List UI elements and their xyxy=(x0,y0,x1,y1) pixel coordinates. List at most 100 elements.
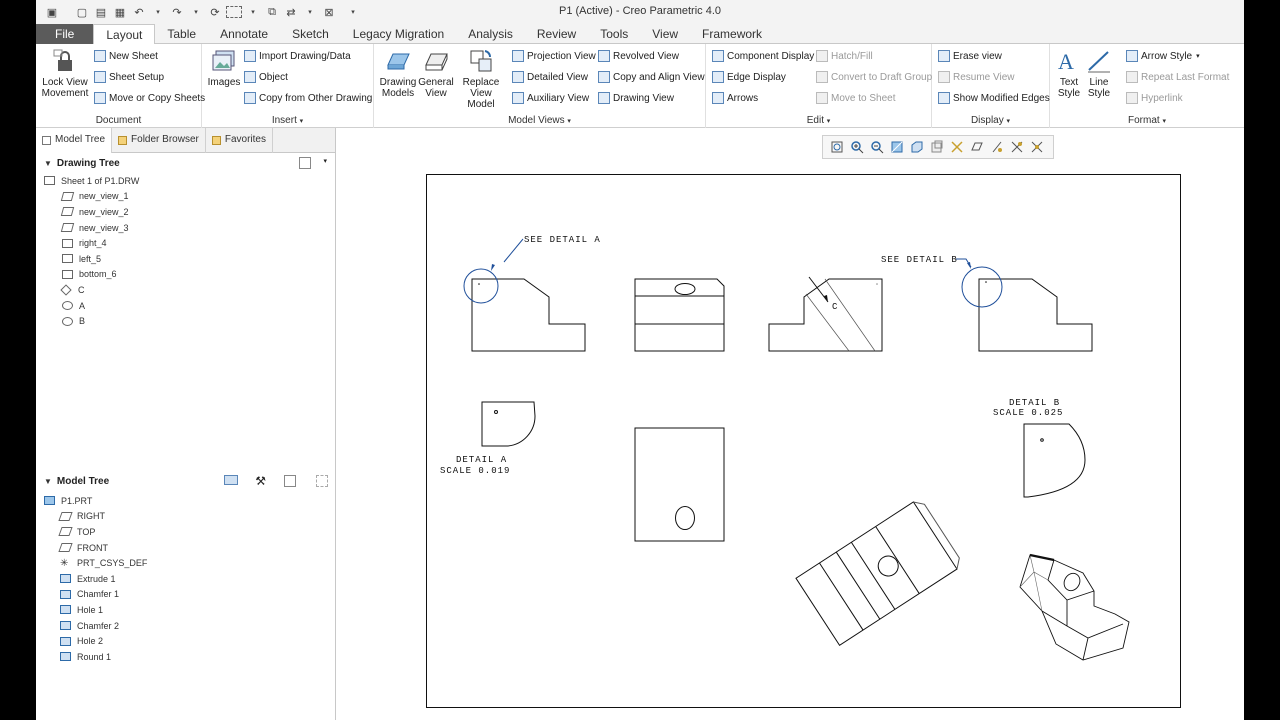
detail-b-scale[interactable]: SCALE 0.025 xyxy=(993,408,1063,418)
projection-view-button[interactable]: Projection View xyxy=(512,47,596,65)
import-drawing-data-button[interactable]: Import Drawing/Data xyxy=(244,47,351,65)
tree-settings-icon[interactable] xyxy=(284,475,296,487)
customize-toolbar-icon[interactable]: ▾ xyxy=(345,3,361,21)
filter-icon[interactable] xyxy=(316,475,328,487)
chevron-down-icon[interactable]: ▾ xyxy=(323,157,327,165)
zoom-in-icon[interactable] xyxy=(850,140,864,154)
tools-icon[interactable]: ⚒ xyxy=(255,474,266,488)
see-detail-b-note[interactable]: SEE DETAIL B xyxy=(881,255,958,265)
line-style-button[interactable]: Line Style xyxy=(1082,48,1116,99)
insert-group-menu[interactable]: Insert ▾ xyxy=(202,115,373,126)
tree-item-datum[interactable]: TOP xyxy=(44,524,334,540)
tree-item-view[interactable]: new_view_1 xyxy=(44,189,335,205)
open-folder-icon[interactable]: ▤ xyxy=(93,3,109,21)
detailed-view-button[interactable]: Detailed View xyxy=(512,68,588,86)
show-modified-edges-button[interactable]: Show Modified Edges xyxy=(938,89,1050,107)
tab-table[interactable]: Table xyxy=(155,24,208,44)
tab-model-tree[interactable]: Model Tree xyxy=(36,127,113,153)
tree-item-view[interactable]: A xyxy=(44,298,335,314)
detail-b-title[interactable]: DETAIL B xyxy=(1009,398,1060,408)
tree-settings-icon[interactable] xyxy=(299,157,311,169)
arrows-button[interactable]: Arrows xyxy=(712,89,758,107)
tab-sketch[interactable]: Sketch xyxy=(280,24,341,44)
collapse-triangle-icon[interactable]: ▼ xyxy=(44,477,52,486)
tree-item-feature[interactable]: Hole 1 xyxy=(44,602,334,618)
detail-a-scale[interactable]: SCALE 0.019 xyxy=(440,466,510,476)
detail-a-title[interactable]: DETAIL A xyxy=(456,455,507,465)
point-display-icon[interactable] xyxy=(1010,140,1024,154)
tab-layout[interactable]: Layout xyxy=(93,24,156,45)
tree-item-view[interactable]: bottom_6 xyxy=(44,267,335,283)
drawing-sheet[interactable]: SEE DETAIL A C SEE DETAIL B DETAIL A SCA… xyxy=(426,174,1181,708)
tab-tools[interactable]: Tools xyxy=(588,24,640,44)
select-box-icon[interactable] xyxy=(226,6,242,18)
section-c-label[interactable]: C xyxy=(832,302,838,312)
regenerate-icon[interactable]: ⟳ xyxy=(207,3,223,21)
tree-item-feature[interactable]: Extrude 1 xyxy=(44,571,334,587)
tree-item-feature[interactable]: Hole 2 xyxy=(44,633,334,649)
text-style-button[interactable]: A Text Style xyxy=(1052,48,1086,99)
tab-view[interactable]: View xyxy=(640,24,690,44)
tree-item-sheet[interactable]: Sheet 1 of P1.DRW xyxy=(44,173,335,189)
datum-display-icon[interactable] xyxy=(950,140,964,154)
tree-item-datum[interactable]: FRONT xyxy=(44,540,334,556)
tab-review[interactable]: Review xyxy=(525,24,588,44)
convert-draft-group-button[interactable]: Convert to Draft Group xyxy=(816,68,932,86)
display-group-menu[interactable]: Display ▾ xyxy=(932,115,1049,126)
tree-item-view[interactable]: left_5 xyxy=(44,251,335,267)
repeat-last-format-button[interactable]: Repeat Last Format xyxy=(1126,68,1229,86)
tab-annotate[interactable]: Annotate xyxy=(208,24,280,44)
undo-icon[interactable]: ↶ xyxy=(131,3,147,21)
auxiliary-view-button[interactable]: Auxiliary View xyxy=(512,89,589,107)
tree-item-view[interactable]: C xyxy=(44,282,335,298)
edit-group-menu[interactable]: Edit ▾ xyxy=(706,115,931,126)
copy-from-other-drawing-button[interactable]: Copy from Other Drawing xyxy=(244,89,372,107)
images-button[interactable]: Images xyxy=(204,48,244,88)
display-style-icon[interactable] xyxy=(910,140,924,154)
hatch-fill-button[interactable]: Hatch/Fill xyxy=(816,47,873,65)
tab-legacy-migration[interactable]: Legacy Migration xyxy=(341,24,456,44)
undo-dropdown-icon[interactable]: ▾ xyxy=(150,3,166,21)
tree-item-csys[interactable]: ✳ PRT_CSYS_DEF xyxy=(44,555,334,571)
axis-display-icon[interactable] xyxy=(990,140,1004,154)
tab-framework[interactable]: Framework xyxy=(690,24,774,44)
tree-item-part[interactable]: P1.PRT xyxy=(44,493,334,509)
tree-item-view[interactable]: new_view_3 xyxy=(44,220,335,236)
object-button[interactable]: Object xyxy=(244,68,288,86)
select-dropdown-icon[interactable]: ▾ xyxy=(245,3,261,21)
see-detail-a-note[interactable]: SEE DETAIL A xyxy=(524,235,601,245)
app-menu-icon[interactable]: ▣ xyxy=(44,3,60,21)
resume-view-button[interactable]: Resume View xyxy=(938,68,1015,86)
move-to-sheet-button[interactable]: Move to Sheet xyxy=(816,89,895,107)
csys-display-icon[interactable] xyxy=(1030,140,1044,154)
refit-icon[interactable] xyxy=(830,140,844,154)
windows-icon[interactable]: ⧉ xyxy=(264,3,280,21)
arrow-style-button[interactable]: Arrow Style ▾ xyxy=(1126,47,1200,65)
copy-align-view-button[interactable]: Copy and Align View xyxy=(598,68,705,86)
tree-item-view[interactable]: right_4 xyxy=(44,235,335,251)
tree-item-view[interactable]: new_view_2 xyxy=(44,204,335,220)
tab-favorites[interactable]: Favorites xyxy=(206,127,273,153)
save-icon[interactable]: ▦ xyxy=(112,3,128,21)
erase-view-button[interactable]: Erase view xyxy=(938,47,1002,65)
replace-view-model-button[interactable]: Replace View Model xyxy=(456,48,506,110)
drawing-tree-header[interactable]: ▼ Drawing Tree ▾ xyxy=(36,153,335,173)
tree-item-feature[interactable]: Round 1 xyxy=(44,649,334,665)
tab-folder-browser[interactable]: Folder Browser xyxy=(112,127,206,153)
drawing-view-button[interactable]: Drawing View xyxy=(598,89,674,107)
collapse-triangle-icon[interactable]: ▼ xyxy=(44,159,52,168)
model-tree-header[interactable]: ▼ Model Tree ⚒ xyxy=(36,471,334,491)
tree-item-feature[interactable]: Chamfer 1 xyxy=(44,587,334,603)
redo-icon[interactable]: ↷ xyxy=(169,3,185,21)
hyperlink-button[interactable]: Hyperlink xyxy=(1126,89,1183,107)
model-views-group-menu[interactable]: Model Views ▾ xyxy=(374,115,705,126)
sheet-setup-button[interactable]: Sheet Setup xyxy=(94,68,164,86)
repaint-icon[interactable] xyxy=(890,140,904,154)
move-copy-sheets-button[interactable]: Move or Copy Sheets xyxy=(94,89,205,107)
tab-analysis[interactable]: Analysis xyxy=(456,24,525,44)
saved-orientations-icon[interactable] xyxy=(930,140,944,154)
tab-file[interactable]: File xyxy=(36,24,94,44)
new-sheet-button[interactable]: New Sheet xyxy=(94,47,158,65)
edge-display-button[interactable]: Edge Display xyxy=(712,68,786,86)
plane-display-icon[interactable] xyxy=(970,140,984,154)
